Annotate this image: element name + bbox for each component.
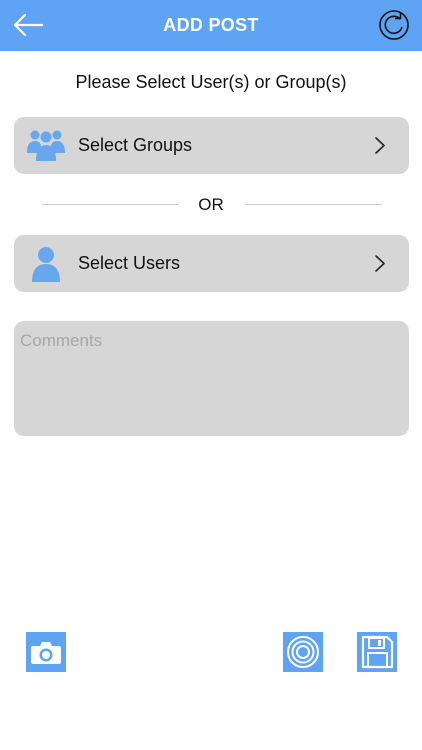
comments-input[interactable] [14, 321, 409, 436]
floppy-disk-icon [361, 635, 394, 669]
target-icon [287, 636, 319, 668]
arrow-left-icon [13, 13, 44, 37]
select-users-button[interactable]: Select Users [14, 235, 409, 292]
select-users-label: Select Users [78, 253, 181, 273]
chevron-right-icon [375, 255, 385, 272]
page-title: ADD POST [163, 15, 259, 35]
selection-prompt: Please Select User(s) or Group(s) [75, 72, 347, 92]
refresh-button[interactable] [376, 8, 412, 42]
user-icon [32, 247, 60, 282]
groups-icon [27, 130, 65, 161]
back-button[interactable] [10, 10, 46, 40]
camera-button[interactable] [26, 632, 66, 672]
divider-line-right [245, 204, 382, 205]
camera-icon [31, 642, 61, 664]
save-button[interactable] [357, 632, 397, 672]
divider-or-text: OR [198, 195, 224, 214]
select-groups-button[interactable]: Select Groups [14, 117, 409, 174]
chevron-right-icon [375, 137, 385, 154]
target-button[interactable] [283, 632, 323, 672]
refresh-icon [379, 10, 409, 40]
select-groups-label: Select Groups [78, 135, 193, 155]
app-header: ADD POST [0, 0, 422, 51]
